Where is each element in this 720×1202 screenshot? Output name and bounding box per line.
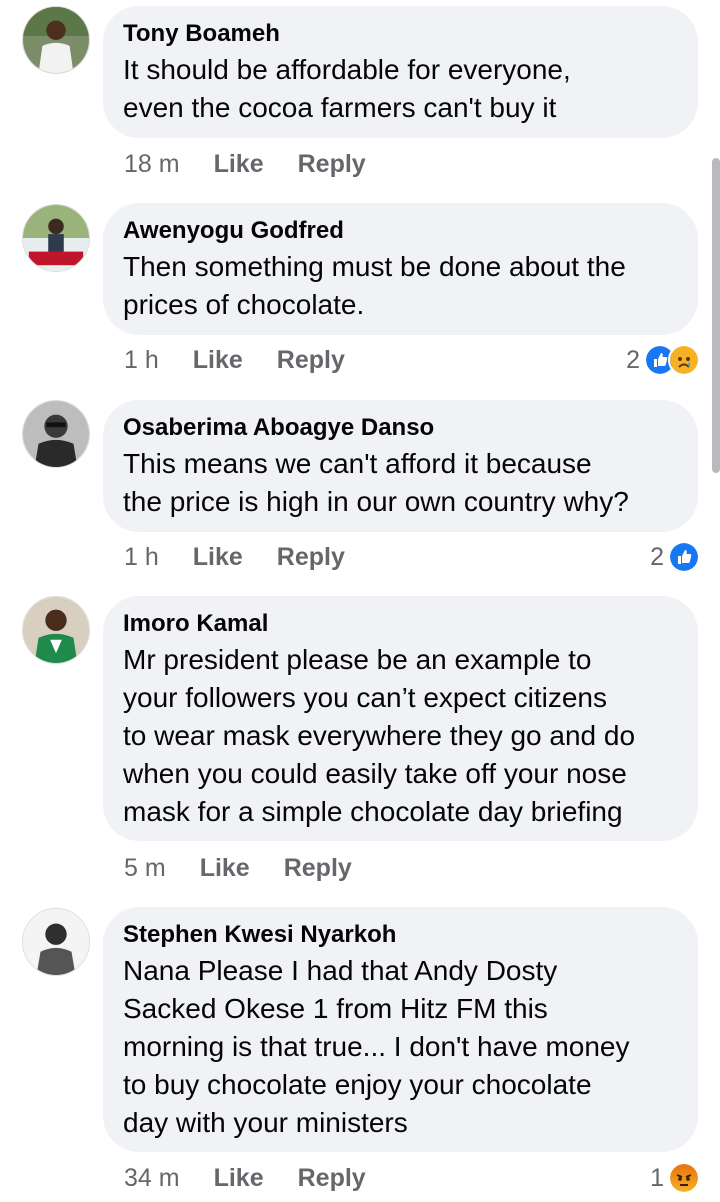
sad-icon [668,344,700,376]
reaction-count: 2 [650,542,664,571]
comment-time[interactable]: 1 h [124,543,159,572]
reaction-count: 1 [650,1163,664,1192]
reactions-summary[interactable]: 2 [626,344,700,376]
comment-author[interactable]: Imoro Kamal [123,609,676,639]
comment-time[interactable]: 18 m [124,150,180,179]
comment-text: Mr president please be an example to you… [123,644,636,827]
reply-button[interactable]: Reply [277,543,345,572]
comment-time[interactable]: 5 m [124,854,166,883]
avatar[interactable] [22,204,90,272]
comment-bubble: Awenyogu Godfred Then something must be … [103,203,698,335]
comment-bubble: Tony Boameh It should be affordable for … [103,6,698,138]
like-button[interactable]: Like [193,543,243,572]
comment-text: This means we can't afford it because th… [123,448,629,517]
avatar[interactable] [22,400,90,468]
like-button[interactable]: Like [214,150,264,179]
reply-button[interactable]: Reply [298,150,366,179]
comment-bubble: Imoro Kamal Mr president please be an ex… [103,596,698,841]
reply-button[interactable]: Reply [284,854,352,883]
avatar[interactable] [22,908,90,976]
comment-text: It should be affordable for everyone, ev… [123,54,571,123]
like-icon [668,541,700,573]
avatar[interactable] [22,6,90,74]
comment-time[interactable]: 1 h [124,346,159,375]
comment-bubble: Osaberima Aboagye Danso This means we ca… [103,400,698,532]
comment-author[interactable]: Tony Boameh [123,19,676,49]
reactions-summary[interactable]: 2 [650,541,700,573]
scrollbar[interactable] [712,158,720,473]
avatar[interactable] [22,596,90,664]
comment-author[interactable]: Awenyogu Godfred [123,216,676,246]
reactions-summary[interactable]: 1 [650,1162,700,1194]
comment-text: Then something must be done about the pr… [123,251,626,320]
comment-author[interactable]: Stephen Kwesi Nyarkoh [123,920,676,950]
reply-button[interactable]: Reply [298,1164,366,1193]
like-button[interactable]: Like [193,346,243,375]
comment-text: Nana Please I had that Andy Dosty Sacked… [123,955,630,1138]
angry-icon [668,1162,700,1194]
reaction-count: 2 [626,345,640,374]
reply-button[interactable]: Reply [277,346,345,375]
comment-bubble: Stephen Kwesi Nyarkoh Nana Please I had … [103,907,698,1152]
like-button[interactable]: Like [214,1164,264,1193]
comment-author[interactable]: Osaberima Aboagye Danso [123,413,676,443]
like-button[interactable]: Like [200,854,250,883]
comment-time[interactable]: 34 m [124,1164,180,1193]
